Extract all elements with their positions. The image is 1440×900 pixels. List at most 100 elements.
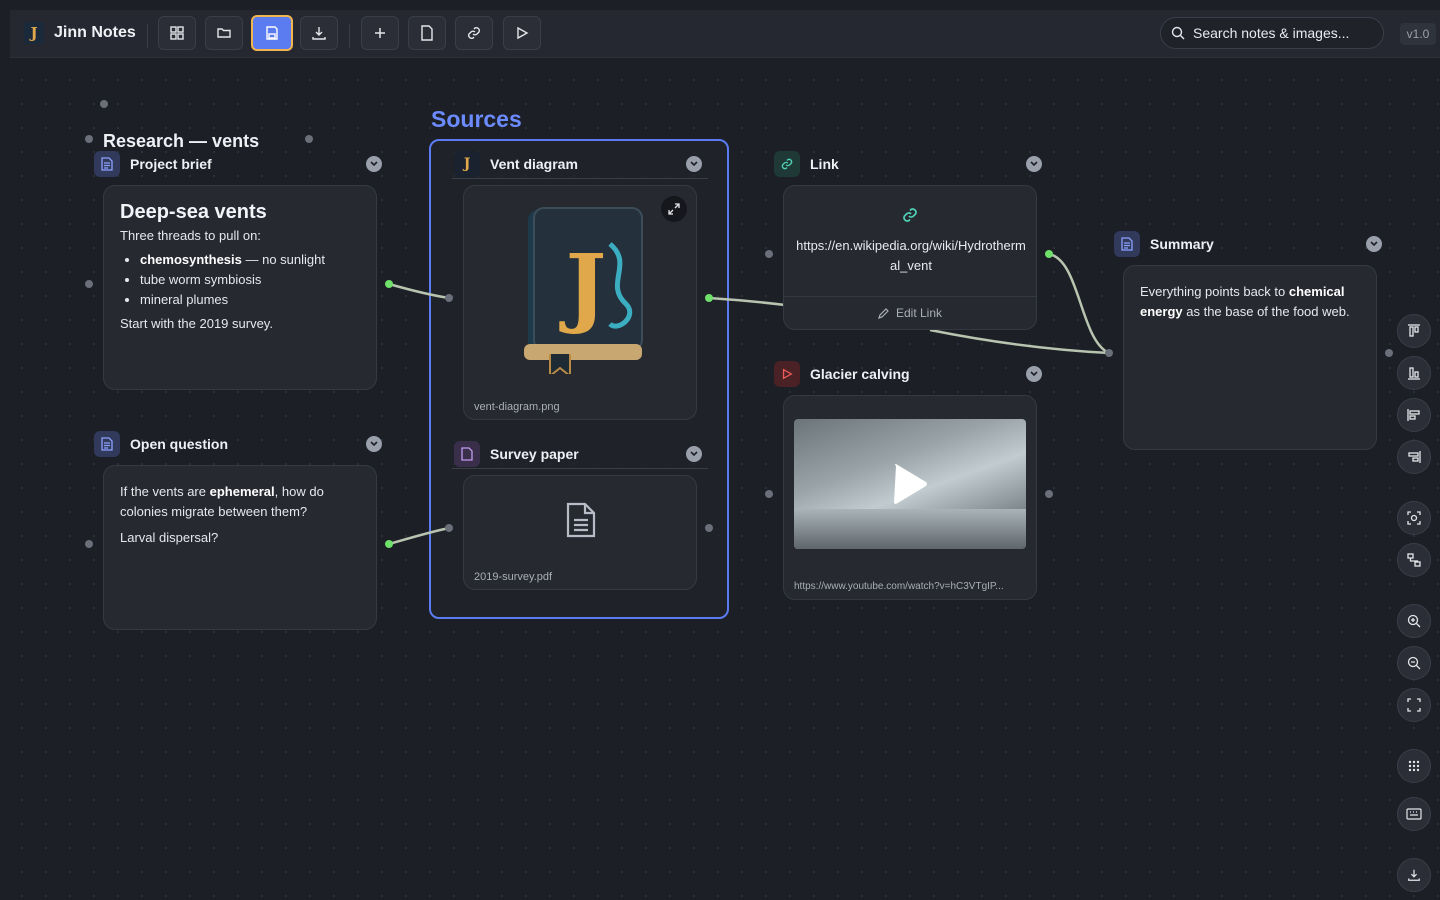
link-header[interactable]: Link [774,151,839,177]
toolbar: J Jinn Notes Search notes & images... v1… [10,10,1440,58]
port[interactable] [85,135,93,143]
port[interactable] [1385,349,1393,357]
file-icon [454,441,480,467]
port[interactable] [85,280,93,288]
save-button[interactable] [251,15,293,51]
open-button[interactable] [205,16,243,50]
play-icon [517,26,529,40]
zoom-out-button[interactable] [1397,646,1431,680]
align-left-icon [1407,409,1420,421]
group-title[interactable]: Sources [431,106,522,133]
version-badge: v1.0 [1400,23,1436,45]
note-paragraph: If the vents are ephemeral, how do colon… [120,484,324,519]
survey-paper-header[interactable]: Survey paper [454,441,579,467]
open-question-card[interactable]: If the vents are ephemeral, how do colon… [103,465,377,630]
link-card[interactable]: https://en.wikipedia.org/wiki/Hydrotherm… [783,185,1037,330]
port-active[interactable] [385,540,393,548]
note-outro: Start with the 2019 survey. [120,316,273,331]
summary-header[interactable]: Summary [1114,231,1214,257]
open-question-header[interactable]: Open question [94,431,228,457]
chevron-down-icon[interactable] [686,446,702,462]
align-left-button[interactable] [1397,398,1431,432]
connect-button[interactable] [1397,543,1431,577]
note-icon [1114,231,1140,257]
project-brief-card[interactable]: Deep-sea vents Three threads to pull on:… [103,185,377,390]
node-title: Summary [1150,236,1214,252]
add-link-button[interactable] [455,16,493,50]
grid-toggle-button[interactable] [1397,749,1431,783]
chevron-down-icon[interactable] [1026,156,1042,172]
keyboard-shortcuts-button[interactable] [1397,797,1431,831]
vent-diagram-card[interactable]: J vent-diagram.png [463,185,697,420]
zoom-out-icon [1407,656,1421,670]
port[interactable] [305,135,313,143]
project-brief-header[interactable]: Project brief [94,151,212,177]
port[interactable] [100,100,108,108]
file-icon [421,25,433,41]
edit-link-button[interactable]: Edit Link [784,297,1036,329]
align-top-button[interactable] [1397,314,1431,348]
board-title[interactable]: Research — vents [103,131,259,152]
note-heading: Deep-sea vents [120,201,267,223]
port-active[interactable] [385,280,393,288]
add-note-button[interactable] [361,16,399,50]
grid-icon [170,26,184,40]
add-video-button[interactable] [503,16,541,50]
fullscreen-button[interactable] [1397,688,1431,722]
port[interactable] [705,524,713,532]
port[interactable] [765,250,773,258]
note-bullets: chemosynthesis — no sunlight tube worm s… [140,250,360,310]
port-active[interactable] [705,294,713,302]
grid-dots-icon [1408,760,1420,772]
align-right-button[interactable] [1397,440,1431,474]
keyboard-icon [1406,808,1422,820]
video-thumbnail[interactable] [794,419,1026,549]
app-name: Jinn Notes [54,24,136,41]
pencil-icon [878,308,889,319]
play-icon[interactable] [890,462,930,506]
note-paragraph: Larval dispersal? [120,530,219,545]
zoom-in-button[interactable] [1397,604,1431,638]
vent-diagram-header[interactable]: J Vent diagram [454,151,578,177]
port[interactable] [765,490,773,498]
expand-button[interactable] [661,196,687,222]
download-button[interactable] [300,16,338,50]
node-title: Link [810,156,839,172]
divider [452,468,708,469]
chevron-down-icon[interactable] [1366,236,1382,252]
survey-paper-card[interactable]: 2019-survey.pdf [463,475,697,590]
port-active[interactable] [1045,250,1053,258]
search-box[interactable] [1160,17,1384,49]
chevron-down-icon[interactable] [366,436,382,452]
link-url[interactable]: https://en.wikipedia.org/wiki/Hydrotherm… [796,236,1026,276]
port[interactable] [85,540,93,548]
glacier-header[interactable]: Glacier calving [774,361,910,387]
list-item: tube worm symbiosis [140,270,360,290]
align-bottom-button[interactable] [1397,356,1431,390]
search-input[interactable] [1193,25,1373,41]
video-url[interactable]: https://www.youtube.com/watch?v=hC3VTgIP… [794,581,1028,592]
fit-selection-button[interactable] [1397,501,1431,535]
chevron-down-icon[interactable] [686,156,702,172]
list-item: chemosynthesis — no sunlight [140,250,360,270]
note-intro: Three threads to pull on: [120,228,261,243]
toolbar-divider [147,24,148,48]
port[interactable] [445,524,453,532]
note-paragraph: Everything points back to chemical energ… [1140,284,1350,319]
summary-card[interactable]: Everything points back to chemical energ… [1123,265,1377,450]
port[interactable] [1045,490,1053,498]
expand-icon [668,203,680,215]
svg-text:J: J [559,236,607,337]
chevron-down-icon[interactable] [366,156,382,172]
link-icon [903,208,917,222]
zoom-in-icon [1407,614,1421,628]
glacier-card[interactable]: https://www.youtube.com/watch?v=hC3VTgIP… [783,395,1037,600]
add-file-button[interactable] [408,16,446,50]
link-icon [774,151,800,177]
chevron-down-icon[interactable] [1026,366,1042,382]
port[interactable] [1105,349,1113,357]
export-button[interactable] [1397,858,1431,892]
overview-button[interactable] [158,16,196,50]
port[interactable] [445,294,453,302]
file-caption: vent-diagram.png [474,401,560,413]
